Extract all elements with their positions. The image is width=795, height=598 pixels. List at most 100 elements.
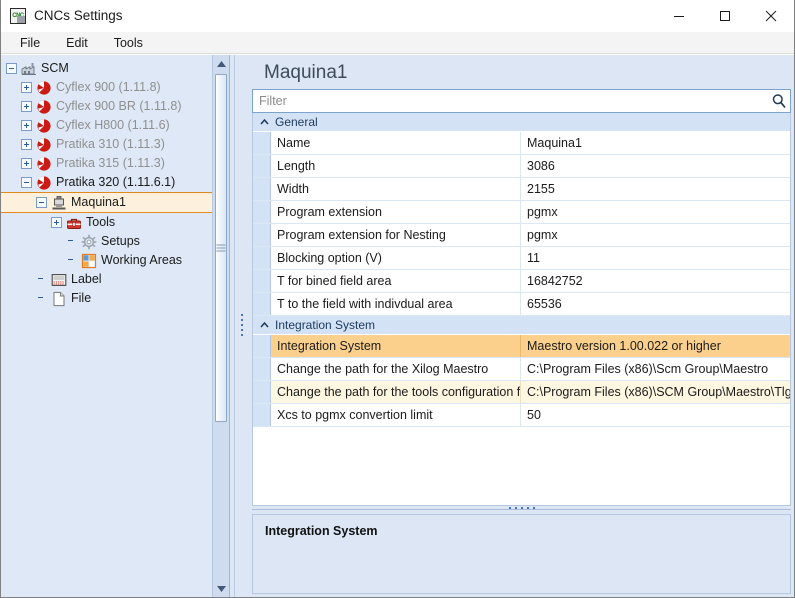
machine-icon	[51, 195, 67, 211]
collapse-minus-icon[interactable]	[21, 177, 32, 188]
factory-icon	[21, 61, 37, 77]
expand-plus-icon[interactable]	[51, 217, 62, 228]
property-row[interactable]: Blocking option (V) 11	[253, 247, 790, 270]
property-row[interactable]: Width 2155	[253, 178, 790, 201]
tree-item-cyflex-900-br-1-11-8[interactable]: Cyflex 900 BR (1.11.8)	[1, 97, 212, 116]
tree-item-pratika-310-1-11-3[interactable]: Pratika 310 (1.11.3)	[1, 135, 212, 154]
tree-item-scm[interactable]: SCM	[1, 59, 212, 78]
tree-item-pratika-320-1-11-6-1[interactable]: Pratika 320 (1.11.6.1)	[1, 173, 212, 192]
category-header-integration-system[interactable]: Integration System	[253, 316, 790, 335]
tree-item-label[interactable]: Label	[1, 270, 212, 289]
property-panel: Maquina1 GeneralNameMaquina1Length3086Wi…	[250, 55, 794, 597]
property-value[interactable]: pgmx	[521, 201, 790, 223]
collapse-minus-icon[interactable]	[6, 63, 17, 74]
maximize-button[interactable]	[702, 0, 748, 32]
horizontal-splitter[interactable]	[250, 506, 794, 514]
chevron-up-icon[interactable]	[253, 119, 275, 125]
tree-item-working-areas[interactable]: Working Areas	[1, 251, 212, 270]
property-name: Name	[271, 132, 521, 154]
property-row[interactable]: T for bined field area 16842752	[253, 270, 790, 293]
property-value[interactable]: Maestro version 1.00.022 or higher	[521, 335, 790, 357]
property-name: Length	[271, 155, 521, 177]
expand-plus-icon[interactable]	[21, 82, 32, 93]
tree-item-label: Cyflex 900 BR (1.11.8)	[56, 98, 182, 113]
property-row-gutter	[253, 247, 271, 269]
scrollbar-thumb[interactable]	[215, 74, 227, 422]
menu-file[interactable]: File	[7, 34, 53, 52]
property-row[interactable]: Change the path for the Xilog Maestro C:\…	[253, 358, 790, 381]
property-row[interactable]: Program extension for Nesting pgmx	[253, 224, 790, 247]
gear-icon	[81, 234, 97, 250]
filter-input[interactable]	[253, 94, 768, 108]
close-button[interactable]	[748, 0, 794, 32]
scroll-down-button[interactable]	[213, 580, 229, 597]
toolbox-icon	[66, 215, 82, 231]
cnc-red-icon	[36, 118, 52, 134]
tree-item-pratika-315-1-11-3[interactable]: Pratika 315 (1.11.3)	[1, 154, 212, 173]
property-value[interactable]: 16842752	[521, 270, 790, 292]
tree-item-cyflex-h800-1-11-6[interactable]: Cyflex H800 (1.11.6)	[1, 116, 212, 135]
category-header-general[interactable]: General	[253, 113, 790, 132]
property-name: Integration System	[271, 335, 521, 357]
tree-item-label: Pratika 320 (1.11.6.1)	[56, 174, 176, 189]
menu-edit[interactable]: Edit	[53, 34, 101, 52]
cncs-settings-window: CNC CNCs Settings File Edit Tools SCM Cyf…	[0, 0, 795, 598]
tree-expander-placeholder	[36, 293, 47, 304]
menu-tools[interactable]: Tools	[101, 34, 156, 52]
property-value[interactable]: Maquina1	[521, 132, 790, 154]
property-row[interactable]: Change the path for the tools configurat…	[253, 381, 790, 404]
tree-item-setups[interactable]: Setups	[1, 232, 212, 251]
scroll-up-button[interactable]	[213, 55, 229, 72]
tree-item-label: Tools	[86, 214, 116, 229]
tree-item-file[interactable]: File	[1, 289, 212, 308]
property-row-gutter	[253, 132, 271, 154]
expand-plus-icon[interactable]	[21, 120, 32, 131]
description-pane: Integration System	[252, 514, 791, 594]
tree-item-label: SCM	[41, 60, 69, 75]
property-value[interactable]: 65536	[521, 293, 790, 315]
property-row[interactable]: Length 3086	[253, 155, 790, 178]
property-row[interactable]: Name Maquina1	[253, 132, 790, 155]
chevron-up-icon[interactable]	[253, 322, 275, 328]
tree-item-maquina1[interactable]: Maquina1	[1, 192, 212, 213]
property-value[interactable]: pgmx	[521, 224, 790, 246]
property-value[interactable]: 3086	[521, 155, 790, 177]
cnc-tree[interactable]: SCM Cyflex 900 (1.11.8) Cyflex 900 BR (1.1…	[1, 55, 212, 308]
main-body: SCM Cyflex 900 (1.11.8) Cyflex 900 BR (1.1…	[1, 55, 794, 597]
page-title: Maquina1	[264, 62, 348, 83]
cnc-red-icon	[36, 99, 52, 115]
property-row[interactable]: T to the field with indivdual area 65536	[253, 293, 790, 316]
collapse-minus-icon[interactable]	[36, 197, 47, 208]
property-value[interactable]: 11	[521, 247, 790, 269]
minimize-button[interactable]	[656, 0, 702, 32]
tree-vertical-scrollbar[interactable]	[212, 55, 229, 597]
property-row-gutter	[253, 155, 271, 177]
property-row-gutter	[253, 335, 271, 357]
expand-plus-icon[interactable]	[21, 158, 32, 169]
property-row-gutter	[253, 358, 271, 380]
tree-item-tools[interactable]: Tools	[1, 213, 212, 232]
search-icon[interactable]	[768, 90, 790, 112]
property-row[interactable]: Integration System Maestro version 1.00.0…	[253, 335, 790, 358]
property-value[interactable]: 2155	[521, 178, 790, 200]
property-name: Blocking option (V)	[271, 247, 521, 269]
scrollbar-grip-icon	[216, 244, 226, 252]
vertical-splitter[interactable]	[230, 55, 250, 597]
expand-plus-icon[interactable]	[21, 101, 32, 112]
category-label: General	[275, 115, 318, 129]
tree-item-label: File	[71, 290, 92, 305]
tree-item-cyflex-900-1-11-8[interactable]: Cyflex 900 (1.11.8)	[1, 78, 212, 97]
expand-plus-icon[interactable]	[21, 139, 32, 150]
tree-item-label: Setups	[101, 233, 140, 248]
tree-expander-placeholder	[66, 255, 77, 266]
tree-item-label: Pratika 315 (1.11.3)	[56, 155, 165, 170]
description-title: Integration System	[265, 524, 378, 538]
property-value[interactable]: C:\Program Files (x86)\SCM Group\Maestro…	[521, 381, 790, 403]
property-value[interactable]: 50	[521, 404, 790, 426]
property-grid[interactable]: General Name Maquina1 Length 3086 Width 2155 Pr…	[252, 113, 791, 506]
tree-scroll-viewport: SCM Cyflex 900 (1.11.8) Cyflex 900 BR (1.1…	[1, 55, 212, 597]
property-row[interactable]: Program extension pgmx	[253, 201, 790, 224]
property-name: Width	[271, 178, 521, 200]
property-row[interactable]: Xcs to pgmx convertion limit 50	[253, 404, 790, 427]
property-value[interactable]: C:\Program Files (x86)\Scm Group\Maestro	[521, 358, 790, 380]
